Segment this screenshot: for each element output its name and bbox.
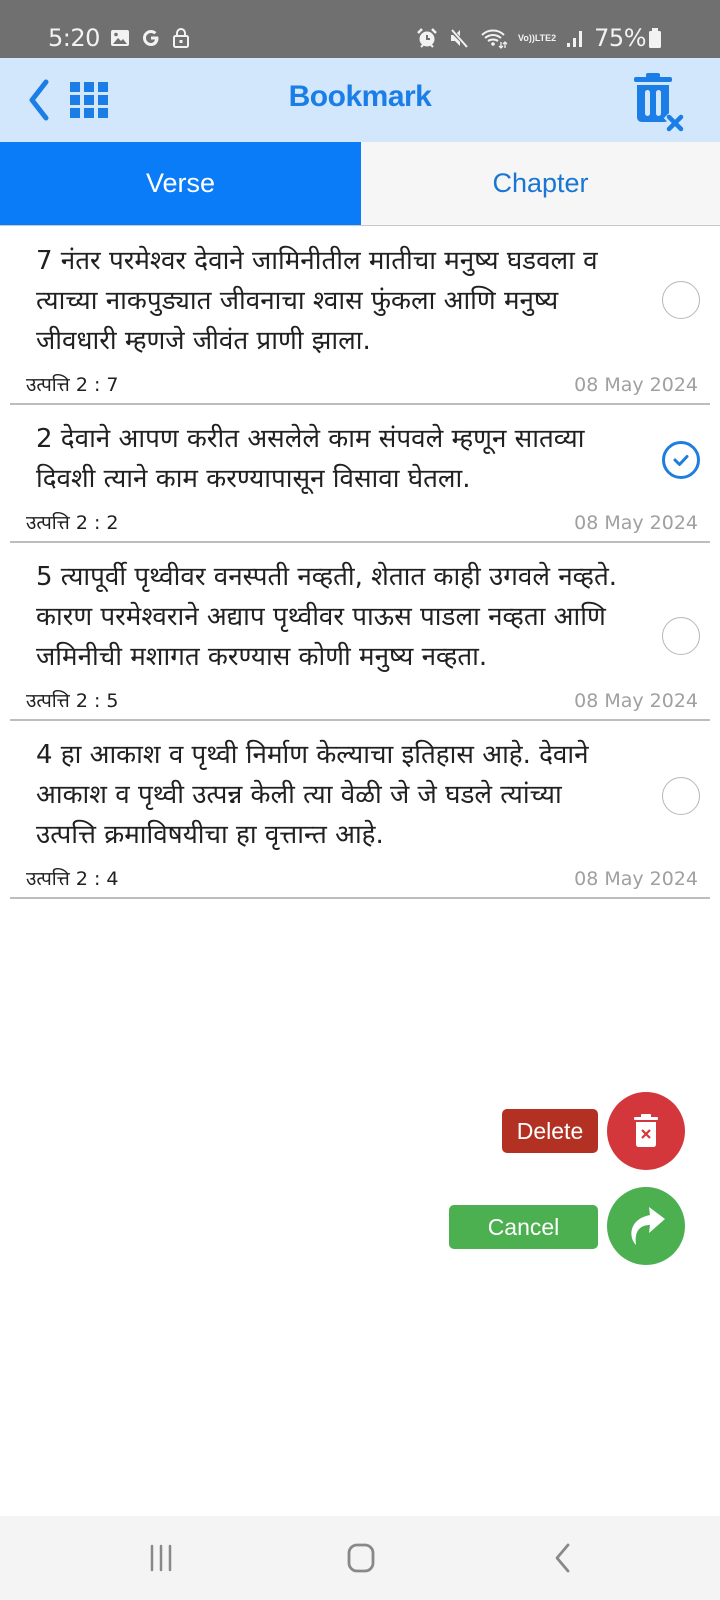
tab-verse[interactable]: Verse: [0, 142, 361, 225]
bookmark-list: 7 नंतर परमेश्वर देवाने जामिनीतील मातीचा …: [0, 227, 720, 899]
signal-icon: [566, 27, 584, 49]
home-icon: [347, 1543, 375, 1573]
bookmark-date: 08 May 2024: [574, 868, 698, 890]
select-radio[interactable]: [662, 281, 700, 319]
bookmark-item[interactable]: 5 त्यापूर्वी पृथ्वीवर वनस्पती नव्हती, शे…: [10, 543, 710, 721]
bookmark-date: 08 May 2024: [574, 374, 698, 396]
verse-reference: उत्पत्ति 2 : 2: [26, 512, 119, 534]
mute-icon: [448, 27, 470, 49]
delete-fab[interactable]: [607, 1092, 685, 1170]
redo-arrow-icon: [631, 1207, 665, 1245]
battery-percent: 75%: [594, 24, 646, 52]
verse-reference: उत्पत्ति 2 : 7: [26, 374, 119, 396]
delete-button[interactable]: Delete: [502, 1109, 598, 1153]
bookmark-item[interactable]: 4 हा आकाश व पृथ्वी निर्माण केल्याचा इतिह…: [10, 721, 710, 899]
recent-apps-button[interactable]: [131, 1536, 191, 1580]
page-title: Bookmark: [288, 80, 432, 113]
gallery-icon: [110, 28, 130, 48]
verse-reference: उत्पत्ति 2 : 4: [26, 868, 119, 890]
verse-text: 2 देवाने आपण करीत असलेले काम संपवले म्हण…: [36, 424, 585, 494]
system-nav-bar: [0, 1516, 720, 1600]
home-button[interactable]: [331, 1536, 391, 1580]
status-time: 5:20: [48, 24, 100, 52]
alarm-icon: [416, 27, 438, 49]
wifi-icon: [480, 27, 508, 49]
trash-icon: [634, 1114, 658, 1147]
verse-text: 7 नंतर परमेश्वर देवाने जामिनीतील मातीचा …: [36, 246, 598, 356]
lock-icon: [172, 27, 190, 49]
tab-chapter[interactable]: Chapter: [361, 142, 720, 225]
select-radio[interactable]: [662, 617, 700, 655]
delete-bookmarks-button[interactable]: [632, 72, 688, 134]
cancel-button[interactable]: Cancel: [449, 1205, 598, 1249]
recent-apps-icon: [150, 1544, 172, 1572]
volte-lte2-icon: Vo)) LTE2: [517, 32, 557, 43]
verse-reference: उत्पत्ति 2 : 5: [26, 690, 119, 712]
nav-back-button[interactable]: [533, 1536, 593, 1580]
google-icon: [140, 27, 162, 49]
checkmark-icon: [673, 455, 689, 466]
select-radio[interactable]: [662, 777, 700, 815]
bookmark-item[interactable]: 2 देवाने आपण करीत असलेले काम संपवले म्हण…: [10, 405, 710, 543]
cancel-fab[interactable]: [607, 1187, 685, 1265]
bookmark-date: 08 May 2024: [574, 690, 698, 712]
bookmark-item[interactable]: 7 नंतर परमेश्वर देवाने जामिनीतील मातीचा …: [10, 227, 710, 405]
verse-text: 5 त्यापूर्वी पृथ्वीवर वनस्पती नव्हती, शे…: [36, 562, 618, 672]
battery-icon: [648, 26, 662, 50]
app-header: Bookmark: [0, 58, 720, 142]
back-icon: [555, 1543, 570, 1573]
status-bar: 5:20 Vo)) LTE2 75%: [0, 0, 720, 58]
trash-x-icon: [634, 73, 686, 134]
verse-text: 4 हा आकाश व पृथ्वी निर्माण केल्याचा इतिह…: [36, 740, 589, 850]
bookmark-date: 08 May 2024: [574, 512, 698, 534]
select-radio-checked[interactable]: [662, 441, 700, 479]
tab-bar: Verse Chapter: [0, 142, 720, 226]
